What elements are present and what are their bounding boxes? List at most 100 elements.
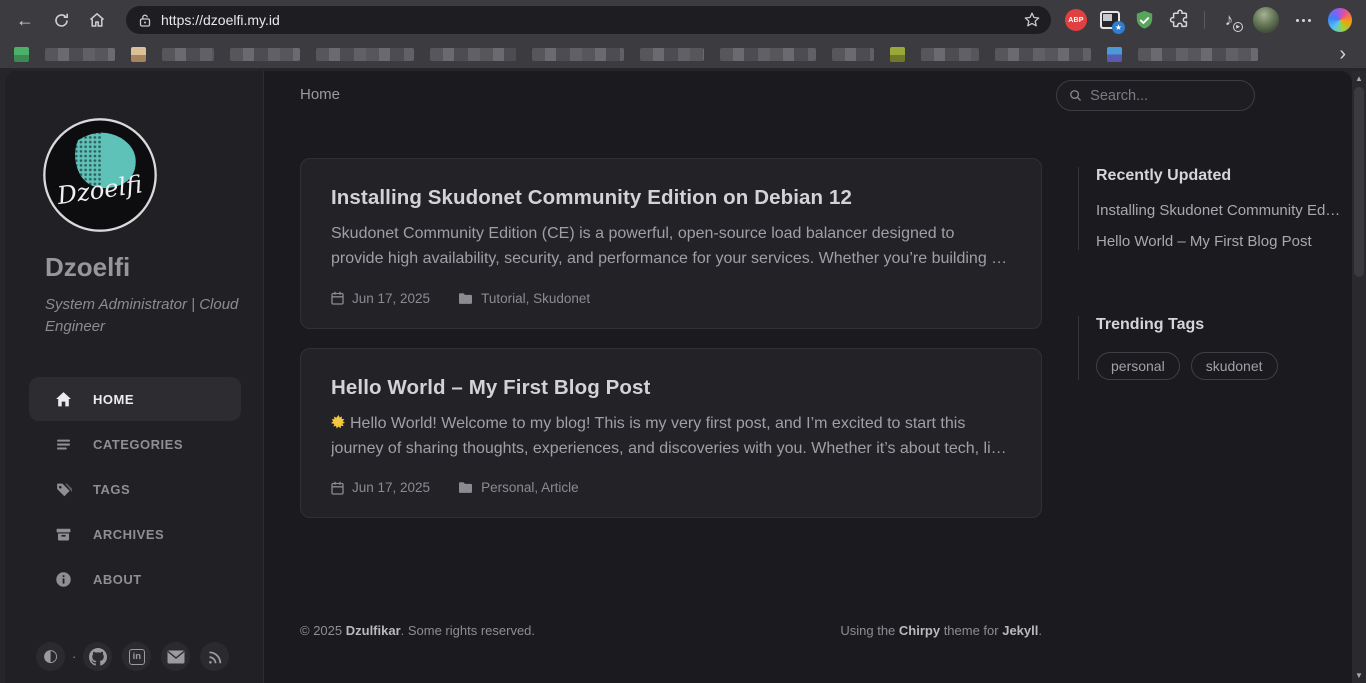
- tag-pill[interactable]: skudonet: [1191, 352, 1278, 380]
- toolbar-extensions-cluster: ABP ★ ♪ ▶: [1065, 7, 1356, 33]
- sidebar-item-archives[interactable]: ARCHIVES: [29, 512, 241, 556]
- back-button[interactable]: ←: [10, 5, 40, 35]
- mail-icon: [167, 650, 185, 664]
- extensions-puzzle-icon[interactable]: [1169, 9, 1191, 31]
- platform-link[interactable]: Jekyll: [1002, 623, 1038, 638]
- url-text: https://dzoelfi.my.id: [161, 12, 1023, 28]
- footer-theme-credit: Using the Chirpy theme for Jekyll.: [840, 623, 1042, 638]
- breadcrumb[interactable]: Home: [300, 86, 340, 103]
- scroll-up-arrow[interactable]: ▲: [1355, 74, 1363, 83]
- contrast-icon: ◐: [43, 648, 58, 665]
- bookmark-redacted[interactable]: [1138, 48, 1258, 61]
- scroll-down-arrow[interactable]: ▼: [1355, 671, 1363, 680]
- site-title[interactable]: Dzoelfi: [45, 252, 130, 283]
- site-content: Dzoelfi Dzoelfi System Administrator | C…: [5, 71, 1352, 683]
- calendar-icon: [331, 481, 344, 495]
- play-badge-icon: ▶: [1233, 22, 1243, 32]
- sidebar-item-about[interactable]: ABOUT: [29, 557, 241, 601]
- media-control-icon[interactable]: ♪ ▶: [1218, 10, 1240, 30]
- page-area: Dzoelfi Dzoelfi System Administrator | C…: [0, 68, 1366, 683]
- site-footer: © 2025 Dzulfikar. Some rights reserved. …: [300, 623, 1042, 638]
- post-date: Jun 17, 2025: [331, 480, 430, 495]
- bookmark-redacted[interactable]: [45, 48, 115, 61]
- recent-post-link[interactable]: Hello World – My First Blog Post: [1096, 233, 1346, 250]
- post-title[interactable]: Installing Skudonet Community Edition on…: [331, 186, 1011, 210]
- post-excerpt: Skudonet Community Edition (CE) is a pow…: [331, 221, 1011, 272]
- sun-emoji-icon: [331, 415, 346, 430]
- theme-name-link[interactable]: Chirpy: [899, 623, 940, 638]
- site-tagline: System Administrator | Cloud Engineer: [45, 294, 241, 338]
- tag-pill[interactable]: personal: [1096, 352, 1180, 380]
- window-pane-icon: [1103, 14, 1112, 21]
- bookmarks-bar: ›: [0, 40, 1366, 68]
- vertical-scrollbar[interactable]: ▲ ▼: [1352, 71, 1366, 683]
- info-circle-icon: [55, 571, 72, 588]
- home-button[interactable]: [82, 5, 112, 35]
- github-link[interactable]: [83, 642, 112, 671]
- post-title[interactable]: Hello World – My First Blog Post: [331, 376, 1011, 400]
- bookmark-favicon[interactable]: [14, 47, 29, 62]
- collections-extension-icon[interactable]: ★: [1100, 11, 1120, 29]
- bookmark-favicon[interactable]: [131, 47, 146, 62]
- tags-icon: [55, 481, 72, 498]
- access-panel: Recently Updated Installing Skudonet Com…: [1078, 167, 1346, 380]
- search-input[interactable]: [1090, 88, 1242, 104]
- browser-profile-avatar[interactable]: [1253, 7, 1279, 33]
- refresh-icon: [53, 12, 70, 29]
- favorite-star-icon[interactable]: [1023, 11, 1041, 29]
- folder-icon: [458, 292, 473, 305]
- email-link[interactable]: [161, 642, 190, 671]
- linkedin-icon: in: [129, 649, 145, 665]
- sidebar-bottom-icons: ◐ · in: [36, 642, 229, 671]
- theme-toggle-button[interactable]: ◐: [36, 642, 65, 671]
- browser-menu-button[interactable]: [1292, 15, 1315, 26]
- bookmark-redacted[interactable]: [532, 48, 624, 61]
- search-box[interactable]: [1056, 80, 1255, 111]
- sidebar-item-categories[interactable]: CATEGORIES: [29, 422, 241, 466]
- trending-tags-title: Trending Tags: [1096, 316, 1346, 334]
- recent-post-link[interactable]: Installing Skudonet Community Ed…: [1096, 202, 1346, 219]
- recently-updated-section: Recently Updated Installing Skudonet Com…: [1078, 167, 1346, 250]
- bookmark-redacted[interactable]: [162, 48, 214, 61]
- bookmark-redacted[interactable]: [921, 48, 979, 61]
- post-categories[interactable]: Tutorial, Skudonet: [458, 291, 590, 306]
- bookmark-redacted[interactable]: [316, 48, 414, 61]
- scrollbar-thumb[interactable]: [1354, 87, 1364, 277]
- calendar-icon: [331, 291, 344, 305]
- sidebar-item-tags[interactable]: TAGS: [29, 467, 241, 511]
- shield-check-icon[interactable]: [1133, 9, 1156, 32]
- home-icon: [55, 391, 72, 408]
- refresh-button[interactable]: [46, 5, 76, 35]
- bookmarks-overflow-chevron[interactable]: ›: [1333, 44, 1352, 64]
- categories-list-icon: [55, 436, 72, 453]
- bookmark-redacted[interactable]: [995, 48, 1091, 61]
- trending-tags-section: Trending Tags personal skudonet: [1078, 316, 1346, 380]
- recently-updated-title: Recently Updated: [1096, 167, 1346, 185]
- bookmark-favicon[interactable]: [1107, 47, 1122, 62]
- footer-copyright: © 2025 Dzulfikar. Some rights reserved.: [300, 623, 535, 638]
- post-card[interactable]: Hello World – My First Blog Post Hello W…: [300, 348, 1042, 519]
- bookmark-redacted[interactable]: [640, 48, 704, 61]
- github-icon: [89, 648, 107, 666]
- back-arrow-icon: ←: [16, 10, 34, 31]
- bookmark-redacted[interactable]: [720, 48, 816, 61]
- bookmark-redacted[interactable]: [230, 48, 300, 61]
- bookmark-redacted[interactable]: [430, 48, 516, 61]
- site-avatar[interactable]: Dzoelfi: [42, 117, 158, 233]
- bookmark-redacted[interactable]: [832, 48, 874, 61]
- adblock-extension-icon[interactable]: ABP: [1065, 9, 1087, 31]
- address-bar[interactable]: https://dzoelfi.my.id: [126, 6, 1051, 34]
- main-area: Home Installing Skudonet Community Editi…: [264, 71, 1352, 683]
- dzoelfi-logo: Dzoelfi: [42, 117, 158, 233]
- copilot-icon[interactable]: [1328, 8, 1352, 32]
- rss-link[interactable]: [200, 642, 229, 671]
- site-sidebar: Dzoelfi Dzoelfi System Administrator | C…: [5, 71, 264, 683]
- sidebar-item-home[interactable]: HOME: [29, 377, 241, 421]
- star-badge-icon: ★: [1112, 21, 1125, 34]
- archive-box-icon: [55, 526, 72, 543]
- post-card[interactable]: Installing Skudonet Community Edition on…: [300, 158, 1042, 329]
- dot-separator: ·: [72, 649, 76, 664]
- bookmark-favicon[interactable]: [890, 47, 905, 62]
- post-categories[interactable]: Personal, Article: [458, 480, 579, 495]
- linkedin-link[interactable]: in: [122, 642, 151, 671]
